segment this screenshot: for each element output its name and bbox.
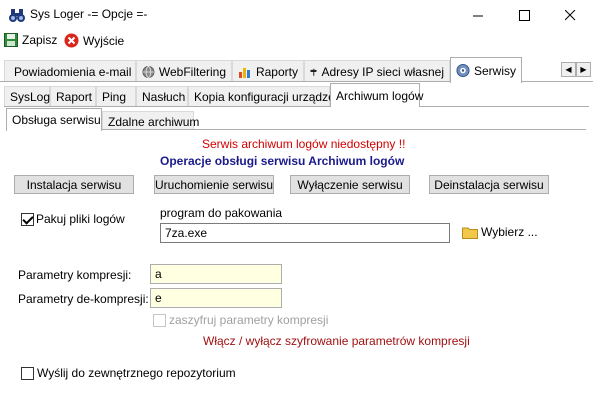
send-repo-label: Wyślij do zewnętrznego repozytorium — [37, 366, 236, 380]
globe-icon — [142, 65, 155, 78]
tab-label: Zdalne archiwum — [108, 114, 200, 129]
exit-label: Wyjście — [83, 33, 125, 48]
encrypt-toggle-link[interactable]: Włącz / wyłącz szyfrowanie parametrów ko… — [203, 334, 470, 348]
tab-label: Powiadomienia e-mail — [14, 64, 132, 79]
tab-adresy-ip[interactable]: Adresy IP sieci własnej — [304, 60, 450, 82]
maximize-icon — [518, 9, 530, 21]
pack-logs-checkbox[interactable] — [21, 213, 34, 226]
subtab-label: Nasłuch — [142, 89, 186, 104]
tab-scroll-right-button[interactable]: ▶ — [576, 62, 591, 77]
tab-scroll-left-button[interactable]: ◀ — [561, 62, 576, 77]
floppy-disk-icon — [4, 33, 18, 47]
minimize-icon — [472, 15, 483, 16]
chart-icon — [238, 67, 250, 78]
tab-label: Raporty — [255, 64, 298, 79]
tab-powiadomienia[interactable]: Powiadomienia e-mail — [4, 60, 136, 82]
tab-webfiltering[interactable]: WebFiltering — [136, 60, 232, 82]
tab-label: Serwisy — [473, 63, 516, 78]
subtab-kopia-konfiguracji[interactable]: Kopia konfiguracji urządzeń — [188, 86, 341, 106]
save-label: Zapisz — [22, 33, 58, 47]
decompression-params-input[interactable]: e — [150, 288, 282, 308]
main-tab-strip: Powiadomienia e-mail WebFiltering Raport… — [0, 56, 593, 83]
packer-input[interactable]: 7za.exe — [160, 223, 450, 243]
serwisy-panel: SysLog Raport Ping Nasłuch Kopia konfigu… — [0, 81, 593, 410]
choose-label: Wybierz ... — [481, 225, 538, 239]
subtab-archiwum-logow[interactable]: Archiwum logów — [330, 83, 424, 107]
subtab-label: Archiwum logów — [336, 88, 424, 103]
stop-service-button[interactable]: Wyłączenie serwisu — [290, 175, 410, 194]
subtab-label: SysLog — [10, 89, 51, 104]
compression-params-input[interactable]: a — [150, 264, 282, 284]
archiwum-panel: Obsługa serwisu Zdalne archiwum Serwis a… — [4, 106, 589, 406]
subtab-ping[interactable]: Ping — [96, 86, 136, 106]
maximize-button[interactable] — [501, 0, 547, 30]
encrypt-params-label: zaszyfruj parametry kompresji — [169, 313, 329, 327]
start-service-button[interactable]: Uruchomienie serwisu — [154, 175, 274, 194]
exit-button[interactable]: Wyjście — [64, 33, 124, 48]
toolbar: Zapisz Wyjście — [0, 30, 593, 54]
folder-icon — [462, 227, 478, 239]
close-icon — [564, 9, 575, 20]
tab-label: WebFiltering — [158, 64, 226, 79]
button-label: Uruchomienie serwisu — [154, 177, 274, 192]
subtab-nasluch[interactable]: Nasłuch — [136, 86, 188, 106]
encrypt-params-checkbox[interactable] — [153, 314, 166, 327]
tab-zdalne-archiwum[interactable]: Zdalne archiwum — [102, 111, 199, 131]
tab-label: Obsługa serwisu — [12, 113, 101, 127]
status-message: Serwis archiwum logów niedostępny !! — [202, 137, 406, 151]
install-service-button[interactable]: Instalacja serwisu — [14, 175, 134, 194]
section-title: Operacje obsługi serwisu Archiwum logów — [160, 154, 405, 168]
tab-obsluga-serwisu[interactable]: Obsługa serwisu — [6, 108, 102, 131]
tab-serwisy[interactable]: Serwisy — [450, 57, 522, 83]
pack-logs-label: Pakuj pliki logów — [36, 212, 125, 226]
button-label: Deinstalacja serwisu — [434, 177, 544, 192]
button-label: Wyłączenie serwisu — [297, 177, 403, 192]
close-button[interactable] — [547, 0, 593, 30]
send-repo-checkbox[interactable] — [21, 367, 34, 380]
signpost-icon — [310, 68, 317, 76]
exit-icon — [64, 33, 79, 48]
title-bar: Sys Loger -= Opcje =- — [0, 0, 593, 30]
compression-params-label: Parametry kompresji: — [18, 268, 132, 282]
subtab-raport[interactable]: Raport — [50, 86, 96, 106]
decompression-params-label: Parametry de-kompresji: — [18, 292, 149, 306]
subtab-label: Raport — [56, 89, 93, 104]
service-gear-icon — [456, 63, 470, 78]
save-button[interactable]: Zapisz — [4, 33, 57, 47]
choose-packer-button[interactable]: Wybierz ... — [462, 225, 538, 239]
tab-label: Adresy IP sieci własnej — [321, 64, 445, 79]
button-label: Instalacja serwisu — [26, 177, 122, 192]
service-content: Serwis archiwum logów niedostępny !! Ope… — [8, 129, 586, 403]
binoculars-icon — [8, 6, 26, 24]
tab-raporty[interactable]: Raporty — [232, 60, 304, 82]
minimize-button[interactable] — [455, 0, 501, 30]
chevron-right-icon: ▶ — [580, 65, 587, 74]
packer-label: program do pakowania — [160, 206, 283, 220]
uninstall-service-button[interactable]: Deinstalacja serwisu — [429, 175, 549, 194]
subtab-label: Ping — [102, 89, 127, 104]
subtab-syslog[interactable]: SysLog — [4, 86, 50, 106]
chevron-left-icon: ◀ — [565, 65, 572, 74]
window-title: Sys Loger -= Opcje =- — [30, 7, 148, 21]
subtab-label: Kopia konfiguracji urządzeń — [194, 89, 342, 104]
